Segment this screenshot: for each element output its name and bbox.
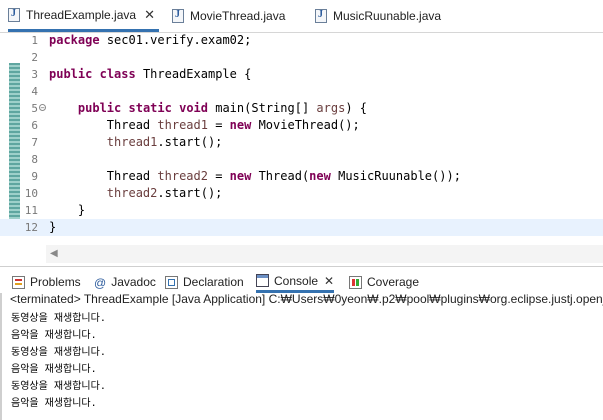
console-icon <box>256 274 269 287</box>
code-text: public static void main(String[] args) { <box>77 101 368 115</box>
code-text: Thread thread2 = new Thread(new MusicRuu… <box>106 169 461 183</box>
code-line[interactable]: 7 thread1.start(); <box>0 134 603 151</box>
tab-label: ThreadExample.java <box>26 7 137 22</box>
panel-tab-bar: Problems @ Javadoc Declaration Console ✕… <box>0 266 603 293</box>
close-icon[interactable]: ✕ <box>324 274 334 288</box>
code-line[interactable]: 2 <box>0 49 603 66</box>
tab-label: Javadoc <box>111 275 156 289</box>
declaration-icon <box>165 275 178 289</box>
console-line: 동영상을 재생합니다. <box>11 347 106 358</box>
console-line: 음악을 재생합니다. <box>11 364 97 375</box>
code-line[interactable]: 11 } <box>0 202 603 219</box>
editor-tab-bar: ThreadExample.java ✕ MovieThread.java Mu… <box>0 0 603 33</box>
code-text: package sec01.verify.exam02; <box>49 33 252 47</box>
java-file-icon <box>8 7 20 22</box>
fold-toggle-icon[interactable]: − <box>39 104 46 112</box>
close-icon[interactable]: ✕ <box>144 7 155 23</box>
console-line: 음악을 재생합니다. <box>11 398 97 409</box>
java-file-icon <box>172 9 184 23</box>
coverage-icon <box>349 275 362 289</box>
code-text: thread1.start(); <box>106 135 223 149</box>
tab-label: MovieThread.java <box>190 9 286 23</box>
javadoc-icon: @ <box>94 275 107 290</box>
code-line[interactable]: 1 package sec01.verify.exam02; <box>0 32 603 49</box>
problems-icon <box>12 275 25 289</box>
java-file-icon <box>315 9 327 23</box>
code-line[interactable]: 9 Thread thread2 = new Thread(new MusicR… <box>0 168 603 185</box>
tab-console[interactable]: Console ✕ <box>256 271 335 293</box>
console-status: <terminated> ThreadExample [Java Applica… <box>10 292 603 306</box>
line-number: 2 <box>31 51 38 64</box>
code-line[interactable]: 5− public static void main(String[] args… <box>0 100 603 117</box>
line-number: 6 <box>31 119 38 132</box>
tab-coverage[interactable]: Coverage <box>349 271 419 293</box>
code-editor[interactable]: 1 package sec01.verify.exam02; 2 3 public cl… <box>0 33 603 263</box>
code-line[interactable]: 3 public class ThreadExample { <box>0 66 603 83</box>
code-line[interactable]: 6 Thread thread1 = new MovieThread(); <box>0 117 603 134</box>
code-text: } <box>49 203 86 217</box>
tab-problems[interactable]: Problems <box>12 271 81 293</box>
line-number: 12 <box>24 221 38 234</box>
tab-label: Coverage <box>367 275 420 289</box>
line-number: 4 <box>31 85 38 98</box>
line-number: 1 <box>31 34 38 47</box>
line-number: 8 <box>31 153 38 166</box>
tab-label: MusicRuunable.java <box>333 9 442 23</box>
tab-declaration[interactable]: Declaration <box>165 271 244 293</box>
code-line[interactable]: 12} <box>0 219 603 236</box>
console-line: 동영상을 재생합니다. <box>11 313 106 324</box>
tab-label: Declaration <box>183 275 244 289</box>
line-number: 7 <box>31 136 38 149</box>
console-line: 음악을 재생합니다. <box>11 330 97 341</box>
scroll-left-icon[interactable]: ◀ <box>50 248 58 259</box>
tab-label: Console <box>274 273 319 288</box>
line-number: 5 <box>31 102 38 115</box>
tab-label: Problems <box>30 275 81 289</box>
horizontal-scrollbar[interactable]: ◀ <box>46 245 603 263</box>
tab-thread-example[interactable]: ThreadExample.java ✕ <box>8 0 159 32</box>
code-line[interactable]: 10 thread2.start(); <box>0 185 603 202</box>
code-text: public class ThreadExample { <box>49 67 252 81</box>
line-number: 11 <box>24 204 38 217</box>
line-number: 10 <box>24 187 38 200</box>
code-line[interactable]: 4 <box>0 83 603 100</box>
console-output[interactable]: 동영상을 재생합니다. 음악을 재생합니다. 동영상을 재생합니다. 음악을 재생합니… <box>11 310 106 412</box>
line-number: 9 <box>31 170 38 183</box>
code-text: Thread thread1 = new MovieThread(); <box>106 118 360 132</box>
code-text: thread2.start(); <box>106 186 223 200</box>
console-line: 동영상을 재생합니다. <box>11 381 106 392</box>
code-line[interactable]: 8 <box>0 151 603 168</box>
line-number: 3 <box>31 68 38 81</box>
code-text: } <box>49 220 57 234</box>
tab-javadoc[interactable]: @ Javadoc <box>94 271 156 293</box>
tab-music-ruunable[interactable]: MusicRuunable.java <box>315 0 441 32</box>
tab-movie-thread[interactable]: MovieThread.java <box>172 0 285 32</box>
